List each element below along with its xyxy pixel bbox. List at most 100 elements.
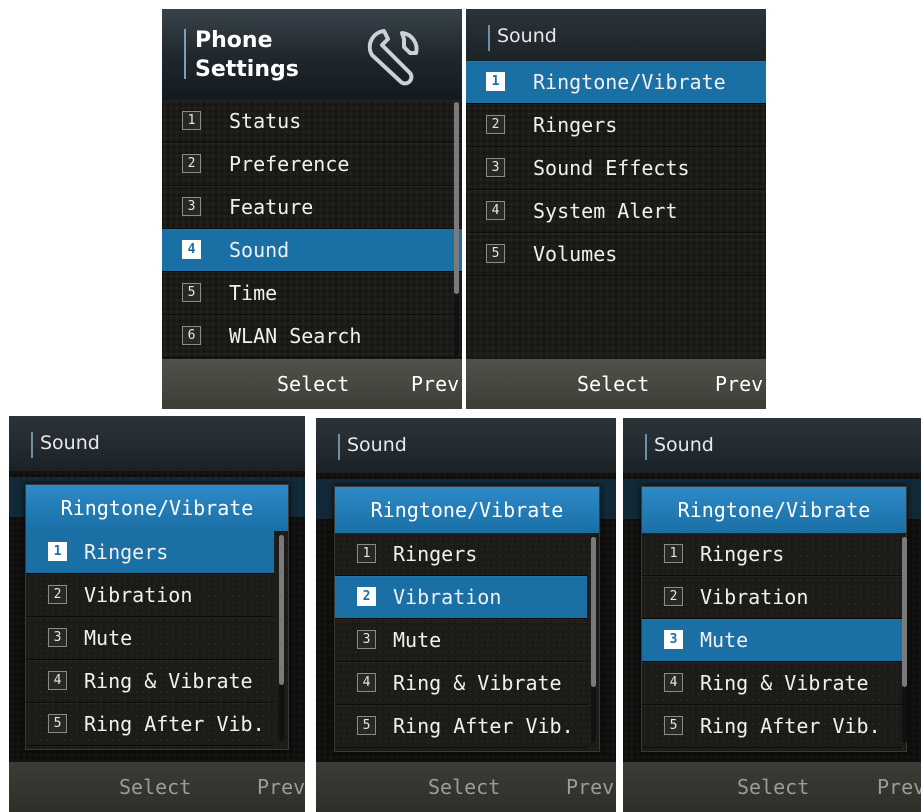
select-softkey[interactable]: Select xyxy=(119,762,191,812)
item-number: 3 xyxy=(486,158,505,177)
menu-item-mute[interactable]: 3 Mute xyxy=(642,619,902,662)
popup-title: Ringtone/Vibrate xyxy=(642,487,906,533)
menu-item-ringers[interactable]: 1 Ringers xyxy=(26,531,274,574)
scrollbar-thumb[interactable] xyxy=(279,535,284,685)
item-label: Feature xyxy=(229,195,314,219)
scrollbar-thumb[interactable] xyxy=(454,102,459,294)
menu-item-ringtone-vibrate[interactable]: 1 Ringtone/Vibrate xyxy=(466,61,766,104)
item-label: Vibration xyxy=(84,583,193,607)
popup-scrollbar[interactable] xyxy=(902,537,907,743)
popup-menu: 1 Ringers 2 Vibration 3 Mute 4 Ring & Vi… xyxy=(642,533,902,748)
item-label: WLAN Search xyxy=(229,324,362,348)
item-number: 4 xyxy=(48,671,67,690)
menu-item-ring-after-vib[interactable]: 5 Ring After Vib. xyxy=(335,705,587,748)
screen-title: Sound xyxy=(497,25,557,47)
menu-item-time[interactable]: 5 Time xyxy=(162,272,462,315)
menu-item-ringers[interactable]: 1 Ringers xyxy=(335,533,587,576)
menu-item-volumes[interactable]: 5 Volumes xyxy=(466,233,766,276)
item-number: 4 xyxy=(486,201,505,220)
item-number: 1 xyxy=(486,72,505,91)
header-accent-bar xyxy=(338,434,340,460)
popup-menu: 1 Ringers 2 Vibration 3 Mute 4 Ring & Vi… xyxy=(26,531,274,746)
softkey-bar: Select Prev xyxy=(162,359,462,409)
menu-item-ring-and-vibrate[interactable]: 4 Ring & Vibrate xyxy=(642,662,902,705)
item-label: Vibration xyxy=(700,585,809,609)
sound-header: Sound xyxy=(316,418,616,473)
item-label: Sound Effects xyxy=(533,156,690,180)
item-number: 1 xyxy=(182,111,201,130)
select-softkey[interactable]: Select xyxy=(737,762,809,812)
phone-settings-screen: Phone Settings 1 Status 2 Preference 3 F… xyxy=(162,9,462,409)
ringtone-vibrate-popup: Ringtone/Vibrate 1 Ringers 2 Vibration 3… xyxy=(641,486,907,752)
menu-item-ring-after-vib[interactable]: 5 Ring After Vib. xyxy=(642,705,902,748)
menu-item-ring-after-vib[interactable]: 5 Ring After Vib. xyxy=(26,703,274,746)
menu-item-ringers[interactable]: 1 Ringers xyxy=(642,533,902,576)
select-softkey[interactable]: Select xyxy=(577,359,649,409)
select-softkey[interactable]: Select xyxy=(428,762,500,812)
screen-title: Sound xyxy=(654,434,714,456)
menu-item-wlan-search[interactable]: 6 WLAN Search xyxy=(162,315,462,358)
softkey-bar: Select Prev xyxy=(466,359,766,409)
prev-softkey[interactable]: Prev xyxy=(566,762,614,812)
menu-item-ring-and-vibrate[interactable]: 4 Ring & Vibrate xyxy=(26,660,274,703)
menu-item-system-alert[interactable]: 4 System Alert xyxy=(466,190,766,233)
item-label: Ring & Vibrate xyxy=(84,669,253,693)
popup-menu: 1 Ringers 2 Vibration 3 Mute 4 Ring & Vi… xyxy=(335,533,587,748)
header-accent-bar xyxy=(31,432,33,458)
menu-item-sound-effects[interactable]: 3 Sound Effects xyxy=(466,147,766,190)
prev-softkey[interactable]: Prev xyxy=(257,762,305,812)
screen-title: Sound xyxy=(347,434,407,456)
menu-item-vibration[interactable]: 2 Vibration xyxy=(642,576,902,619)
softkey-bar: Select Prev xyxy=(9,762,305,812)
popup-scrollbar[interactable] xyxy=(591,537,596,743)
popup-scrollbar[interactable] xyxy=(279,535,284,741)
menu-item-feature[interactable]: 3 Feature xyxy=(162,186,462,229)
prev-softkey[interactable]: Prev xyxy=(715,359,763,409)
screen-title: Sound xyxy=(40,432,100,454)
select-softkey[interactable]: Select xyxy=(277,359,349,409)
menu-item-ringers[interactable]: 2 Ringers xyxy=(466,104,766,147)
menu-item-mute[interactable]: 3 Mute xyxy=(26,617,274,660)
item-label: Ringtone/Vibrate xyxy=(533,70,726,94)
scrollbar-thumb[interactable] xyxy=(902,537,907,687)
item-label: Ring After Vib. xyxy=(393,714,574,738)
menu-item-ring-and-vibrate[interactable]: 4 Ring & Vibrate xyxy=(335,662,587,705)
scrollbar-thumb[interactable] xyxy=(591,537,596,687)
scrollbar[interactable] xyxy=(454,102,459,357)
softkey-bar: Select Prev xyxy=(316,762,616,812)
prev-softkey[interactable]: Prev xyxy=(411,359,459,409)
menu-item-status[interactable]: 1 Status xyxy=(162,100,462,143)
item-label: Ring & Vibrate xyxy=(700,671,869,695)
popup-title: Ringtone/Vibrate xyxy=(335,487,599,533)
item-number: 3 xyxy=(664,630,683,649)
ringtone-popup-screen-2: Sound Select Prev Ringtone/Vibrate 1 Rin… xyxy=(316,418,616,812)
ringtone-vibrate-popup: Ringtone/Vibrate 1 Ringers 2 Vibration 3… xyxy=(25,484,289,750)
item-number: 2 xyxy=(48,585,67,604)
sound-screen: Sound 1 Ringtone/Vibrate 2 Ringers 3 Sou… xyxy=(466,9,766,409)
item-number: 6 xyxy=(182,326,201,345)
header-accent-bar xyxy=(488,25,490,51)
item-label: Sound xyxy=(229,238,290,262)
item-number: 2 xyxy=(664,587,683,606)
menu-item-vibration[interactable]: 2 Vibration xyxy=(335,576,587,619)
menu-item-preference[interactable]: 2 Preference xyxy=(162,143,462,186)
item-number: 4 xyxy=(357,673,376,692)
menu-item-vibration[interactable]: 2 Vibration xyxy=(26,574,274,617)
item-label: Preference xyxy=(229,152,350,176)
menu-item-sound[interactable]: 4 Sound xyxy=(162,229,462,272)
wrench-icon xyxy=(367,29,419,86)
item-number: 2 xyxy=(357,587,376,606)
item-number: 3 xyxy=(357,630,376,649)
sound-header: Sound xyxy=(466,9,766,64)
item-number: 3 xyxy=(182,197,201,216)
ringtone-vibrate-popup: Ringtone/Vibrate 1 Ringers 2 Vibration 3… xyxy=(334,486,600,752)
item-label: Ringers xyxy=(393,542,478,566)
item-label: Mute xyxy=(393,628,442,652)
item-label: Ring After Vib. xyxy=(84,712,265,736)
prev-softkey[interactable]: Prev xyxy=(877,762,921,812)
menu-item-mute[interactable]: 3 Mute xyxy=(335,619,587,662)
item-label: Ringers xyxy=(700,542,785,566)
item-number: 5 xyxy=(664,716,683,735)
item-label: Ringers xyxy=(84,540,169,564)
item-number: 5 xyxy=(48,714,67,733)
